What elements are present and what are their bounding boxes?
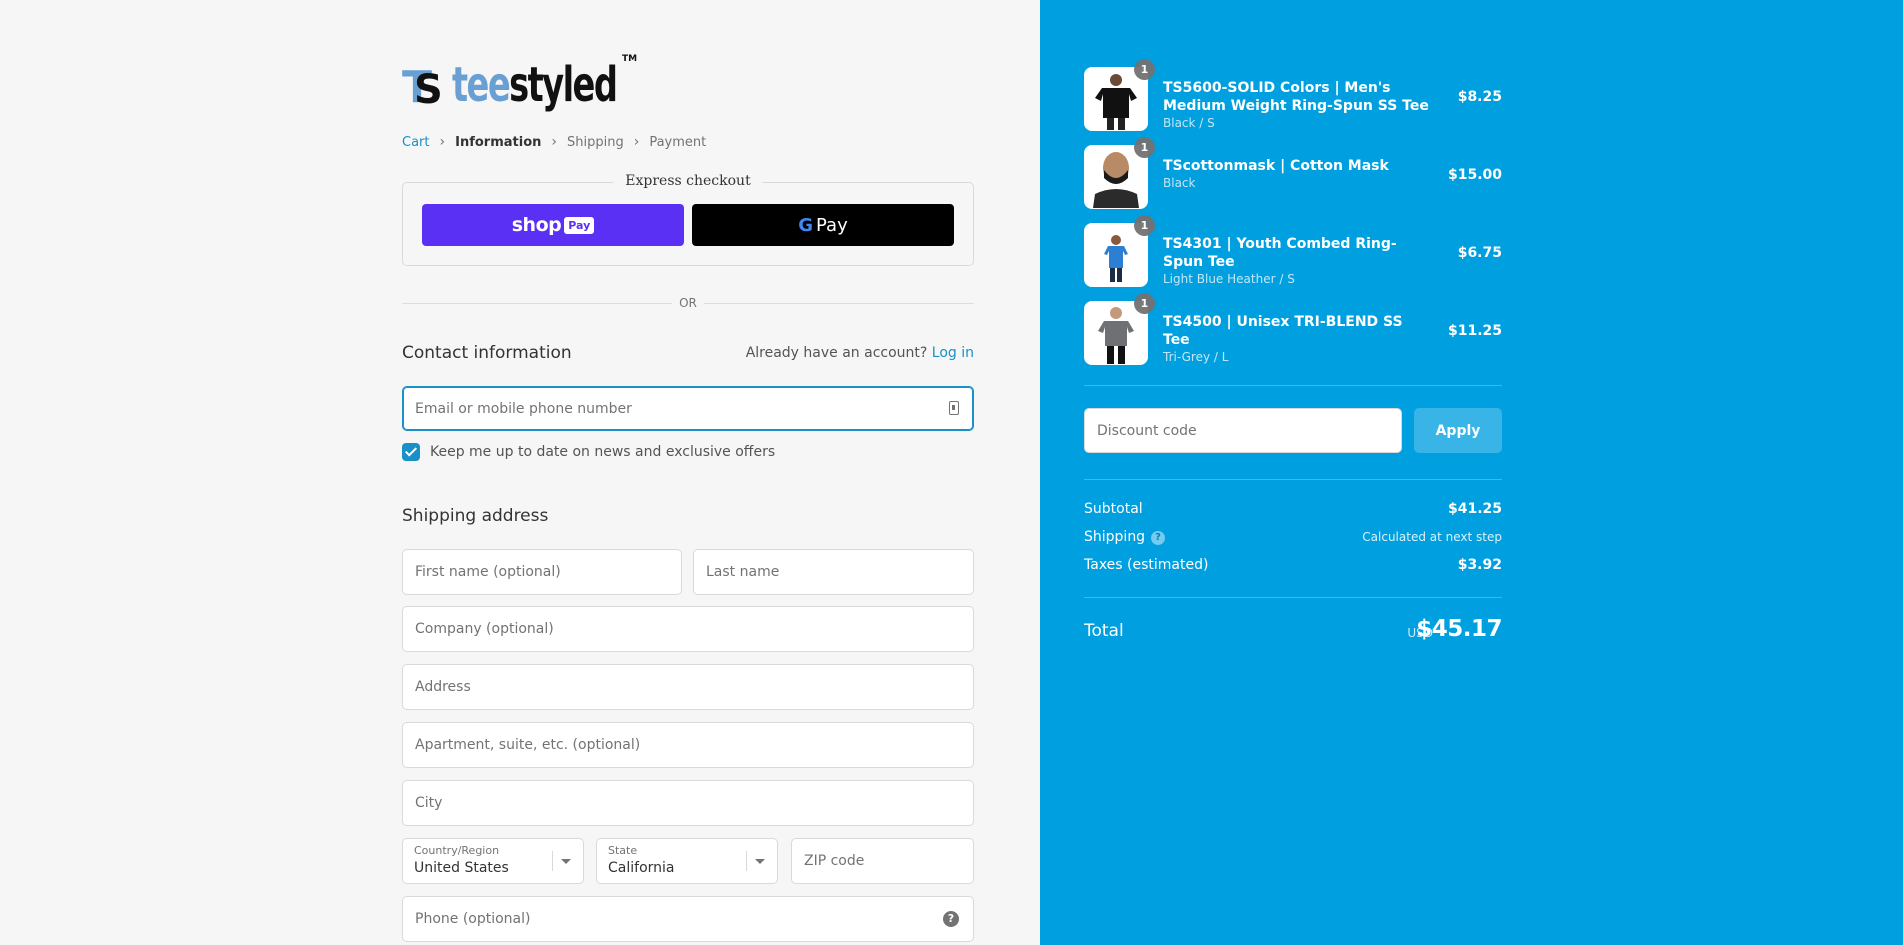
apply-discount-button[interactable]: Apply (1414, 408, 1502, 453)
help-icon[interactable]: ? (943, 911, 959, 927)
apartment-field[interactable] (402, 722, 974, 768)
order-summary-panel (1040, 0, 1903, 945)
trademark-symbol: TM (622, 54, 638, 64)
taxes-row: Taxes (estimated) $3.92 (1084, 557, 1502, 573)
cart-item: 1 TScottonmask | Cotton Mask Black $15.0… (1084, 137, 1502, 209)
breadcrumb-payment: Payment (649, 134, 707, 150)
item-price: $8.25 (1457, 89, 1502, 105)
breadcrumb-information: Information (455, 134, 542, 150)
zip-field[interactable] (791, 838, 974, 884)
shipping-value: Calculated at next step (1362, 530, 1502, 544)
contact-book-icon (949, 401, 959, 415)
first-name-field[interactable] (402, 549, 682, 595)
last-name-input[interactable] (694, 550, 973, 594)
first-name-input[interactable] (403, 550, 681, 594)
product-thumbnail: 1 (1084, 137, 1155, 209)
google-g-icon: G (798, 214, 814, 236)
express-checkout-title: Express checkout (613, 173, 763, 189)
logo-mark-icon: T S (402, 62, 443, 113)
quantity-badge: 1 (1134, 59, 1155, 80)
shipping-label: Shipping (1084, 529, 1146, 545)
item-price: $15.00 (1447, 167, 1502, 183)
item-variant: Tri-Grey / L (1163, 350, 1229, 364)
company-field[interactable] (402, 606, 974, 652)
login-link[interactable]: Log in (932, 345, 974, 361)
phone-input[interactable] (403, 897, 973, 941)
item-title: TS4301 | Youth Combed Ring-Spun Tee (1163, 236, 1397, 270)
shipping-address-title: Shipping address (402, 506, 549, 526)
phone-field[interactable]: ? (402, 896, 974, 942)
newsletter-checkbox[interactable] (402, 443, 420, 461)
divider (1084, 479, 1502, 480)
logo-wordmark: teestyled (452, 57, 618, 113)
divider (1084, 385, 1502, 386)
divider (1084, 597, 1502, 598)
newsletter-label[interactable]: Keep me up to date on news and exclusive… (430, 444, 775, 460)
address-input[interactable] (403, 665, 973, 709)
quantity-badge: 1 (1134, 215, 1155, 236)
item-variant: Black (1163, 176, 1196, 190)
google-pay-button[interactable]: G Pay (692, 204, 954, 246)
help-icon[interactable]: ? (1151, 531, 1166, 545)
quantity-badge: 1 (1134, 293, 1155, 314)
company-input[interactable] (403, 607, 973, 651)
chevron-right-icon: › (551, 134, 557, 150)
item-title: TS4500 | Unisex TRI-BLEND SS Tee (1163, 314, 1403, 348)
email-input[interactable] (403, 387, 973, 430)
email-field[interactable] (402, 386, 974, 431)
chevron-down-icon (755, 859, 765, 864)
item-variant: Black / S (1163, 116, 1215, 130)
item-title: TScottonmask | Cotton Mask (1163, 158, 1389, 174)
taxes-label: Taxes (estimated) (1084, 557, 1209, 573)
discount-code-input[interactable] (1085, 409, 1401, 452)
cart-item: 1 TS4301 | Youth Combed Ring-Spun Tee Li… (1084, 215, 1502, 287)
product-thumbnail: 1 (1084, 215, 1155, 287)
item-price: $6.75 (1457, 245, 1502, 261)
address-field[interactable] (402, 664, 974, 710)
chevron-right-icon: › (633, 134, 640, 150)
account-prompt: Already have an account? Log in (745, 345, 974, 361)
city-input[interactable] (403, 781, 973, 825)
zip-input[interactable] (792, 839, 973, 883)
subtotal-label: Subtotal (1084, 501, 1143, 517)
product-thumbnail: 1 (1084, 59, 1155, 131)
country-select[interactable]: Country/Region United States (402, 838, 584, 884)
item-title: TS5600-SOLID Colors | Men's Medium Weigh… (1163, 80, 1429, 114)
store-logo[interactable]: T S teestyled TM (402, 54, 663, 116)
chevron-right-icon: › (439, 134, 446, 150)
state-select[interactable]: State California (596, 838, 778, 884)
apartment-input[interactable] (403, 723, 973, 767)
product-thumbnail: 1 (1084, 293, 1155, 365)
cart-item: 1 TS5600-SOLID Colors | Men's Medium Wei… (1084, 59, 1502, 131)
subtotal-row: Subtotal $41.25 (1084, 501, 1502, 517)
last-name-field[interactable] (693, 549, 974, 595)
taxes-value: $3.92 (1457, 557, 1502, 573)
quantity-badge: 1 (1134, 137, 1155, 158)
breadcrumb-cart[interactable]: Cart (402, 135, 430, 150)
breadcrumb-shipping: Shipping (566, 134, 624, 150)
total-label: Total (1084, 621, 1124, 641)
item-price: $11.25 (1447, 323, 1502, 339)
discount-code-field[interactable] (1084, 408, 1402, 453)
total-value: $45.17 (1416, 616, 1502, 642)
express-checkout: Express checkout shop Pay G Pay (402, 173, 974, 266)
city-field[interactable] (402, 780, 974, 826)
item-variant: Light Blue Heather / S (1163, 272, 1295, 286)
breadcrumb: Cart › Information › Shipping › Payment (402, 134, 706, 150)
shop-pay-button[interactable]: shop Pay (422, 204, 684, 246)
shipping-row: Shipping? Calculated at next step (1084, 529, 1502, 545)
chevron-down-icon (561, 859, 571, 864)
or-divider: OR (402, 296, 974, 310)
subtotal-value: $41.25 (1447, 501, 1502, 517)
contact-information-title: Contact information (402, 343, 572, 363)
cart-item: 1 TS4500 | Unisex TRI-BLEND SS Tee Tri-G… (1084, 293, 1502, 365)
